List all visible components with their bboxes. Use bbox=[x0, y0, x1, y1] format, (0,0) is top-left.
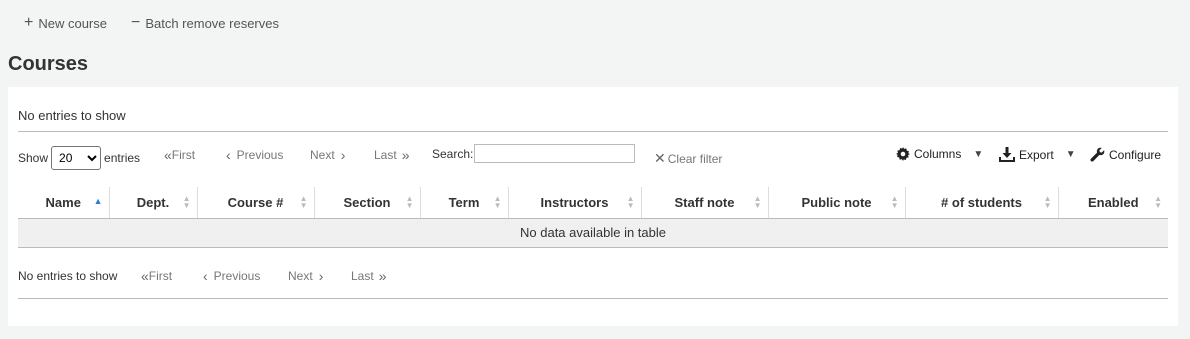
double-chevron-left-icon: « bbox=[164, 147, 172, 163]
column-header[interactable]: Dept. ▲ ▼ bbox=[109, 187, 198, 219]
export-button[interactable]: Export ▼ bbox=[999, 147, 1076, 162]
pagination-next-bottom[interactable]: Next › bbox=[288, 268, 323, 284]
configure-label: Configure bbox=[1109, 147, 1162, 162]
column-header[interactable]: Name ▲ bbox=[18, 187, 110, 219]
double-chevron-left-icon: « bbox=[141, 268, 149, 284]
pagination-first-bottom[interactable]: « First bbox=[141, 268, 172, 284]
last-label: Last bbox=[374, 148, 397, 162]
column-header[interactable]: Course # ▲ ▼ bbox=[197, 187, 315, 219]
export-label: Export bbox=[1019, 147, 1054, 162]
sort-both-icon: ▲ ▼ bbox=[405, 194, 414, 210]
divider bbox=[18, 131, 1168, 132]
sort-both-icon: ▲ ▼ bbox=[1043, 194, 1052, 210]
sort-both-icon: ▲ ▼ bbox=[890, 194, 899, 210]
toolbar: + New course − Batch remove reserves bbox=[24, 13, 303, 33]
column-header[interactable]: Public note ▲ ▼ bbox=[768, 187, 906, 219]
column-header[interactable]: Staff note ▲ ▼ bbox=[641, 187, 769, 219]
column-header[interactable]: Term ▲ ▼ bbox=[420, 187, 509, 219]
table-header-row: Name ▲ Dept. ▲ ▼ Course # ▲ ▼ Section ▲ ▼ Term ▲ ▼ Ins… bbox=[18, 187, 1168, 219]
batch-remove-label: Batch remove reserves bbox=[145, 15, 279, 31]
search-input[interactable] bbox=[474, 144, 635, 163]
column-header-label: Section bbox=[343, 194, 391, 210]
entries-label: entries bbox=[104, 151, 141, 165]
courses-table-panel: No entries to show Show 20 entries « Fir… bbox=[8, 87, 1178, 326]
previous-label: Previous bbox=[236, 148, 284, 162]
clear-filter-label: Clear filter bbox=[667, 151, 723, 166]
length-control: Show 20 entries bbox=[18, 146, 140, 170]
table-info-bottom: No entries to show bbox=[18, 269, 118, 283]
page-title: Courses bbox=[8, 53, 89, 75]
entries-per-page-select[interactable]: 20 bbox=[51, 146, 102, 170]
column-header-label: Name bbox=[45, 194, 81, 210]
column-header-label: Enabled bbox=[1087, 194, 1139, 210]
next-label: Next bbox=[310, 148, 335, 162]
last-label: Last bbox=[351, 269, 374, 283]
double-chevron-right-icon: » bbox=[378, 268, 387, 284]
first-label: First bbox=[171, 148, 196, 162]
column-header-label: Course # bbox=[227, 194, 284, 210]
caret-down-icon: ▼ bbox=[1065, 149, 1076, 160]
column-header[interactable]: Section ▲ ▼ bbox=[314, 187, 421, 219]
plus-icon: + bbox=[24, 14, 34, 31]
new-course-label: New course bbox=[38, 15, 107, 31]
column-header[interactable]: Enabled ▲ ▼ bbox=[1058, 187, 1168, 219]
sort-both-icon: ▲ ▼ bbox=[182, 194, 191, 210]
column-header[interactable]: # of students ▲ ▼ bbox=[905, 187, 1059, 219]
new-course-button[interactable]: + New course bbox=[24, 15, 107, 31]
sort-both-icon: ▲ ▼ bbox=[493, 194, 502, 210]
sort-both-icon: ▲ ▼ bbox=[1154, 194, 1162, 210]
pagination-last-bottom[interactable]: Last » bbox=[351, 268, 386, 284]
table-row: No data available in table bbox=[18, 218, 1168, 248]
sort-ascending-icon: ▲ bbox=[93, 196, 103, 206]
pagination-next-top[interactable]: Next › bbox=[310, 147, 345, 163]
columns-label: Columns bbox=[914, 147, 962, 161]
courses-table: Name ▲ Dept. ▲ ▼ Course # ▲ ▼ Section ▲ ▼ Term ▲ ▼ Ins… bbox=[18, 187, 1168, 248]
configure-button[interactable]: Configure bbox=[1090, 147, 1161, 162]
show-label: Show bbox=[18, 151, 49, 165]
double-chevron-right-icon: » bbox=[401, 147, 410, 163]
table-controls: Show 20 entries « First ‹ Previous Next … bbox=[18, 144, 1168, 170]
sort-both-icon: ▲ ▼ bbox=[299, 194, 308, 210]
previous-label: Previous bbox=[213, 269, 261, 283]
close-icon: ✕ bbox=[654, 150, 666, 166]
chevron-right-icon: › bbox=[340, 147, 346, 163]
caret-down-icon: ▼ bbox=[973, 148, 984, 160]
pagination-previous-bottom[interactable]: ‹ Previous bbox=[203, 268, 260, 284]
pagination-first-top[interactable]: « First bbox=[164, 147, 195, 163]
column-header-label: Instructors bbox=[540, 194, 609, 210]
column-header[interactable]: Instructors ▲ ▼ bbox=[508, 187, 642, 219]
chevron-right-icon: › bbox=[318, 268, 324, 284]
sort-both-icon: ▲ ▼ bbox=[753, 194, 762, 210]
table-info-top: No entries to show bbox=[18, 108, 126, 123]
empty-table-message: No data available in table bbox=[18, 218, 1168, 248]
clear-filter-button[interactable]: ✕ Clear filter bbox=[654, 150, 722, 167]
column-header-label: # of students bbox=[941, 194, 1022, 210]
chevron-left-icon: ‹ bbox=[203, 268, 208, 284]
next-label: Next bbox=[288, 269, 313, 283]
download-icon bbox=[999, 147, 1015, 162]
first-label: First bbox=[148, 269, 173, 283]
pagination-previous-top[interactable]: ‹ Previous bbox=[226, 147, 283, 163]
column-header-label: Staff note bbox=[674, 194, 735, 210]
column-header-label: Public note bbox=[801, 194, 872, 210]
sort-both-icon: ▲ ▼ bbox=[626, 194, 635, 210]
wrench-icon bbox=[1090, 147, 1105, 162]
gear-icon bbox=[896, 147, 910, 161]
column-header-label: Dept. bbox=[136, 194, 170, 210]
search-label: Search: bbox=[432, 147, 474, 161]
batch-remove-reserves-button[interactable]: − Batch remove reserves bbox=[131, 15, 279, 31]
chevron-left-icon: ‹ bbox=[226, 147, 231, 163]
pagination-last-top[interactable]: Last » bbox=[374, 147, 409, 163]
divider bbox=[18, 298, 1168, 299]
column-header-label: Term bbox=[448, 194, 480, 210]
minus-icon: − bbox=[130, 14, 141, 31]
columns-button[interactable]: Columns ▼ bbox=[896, 147, 983, 161]
